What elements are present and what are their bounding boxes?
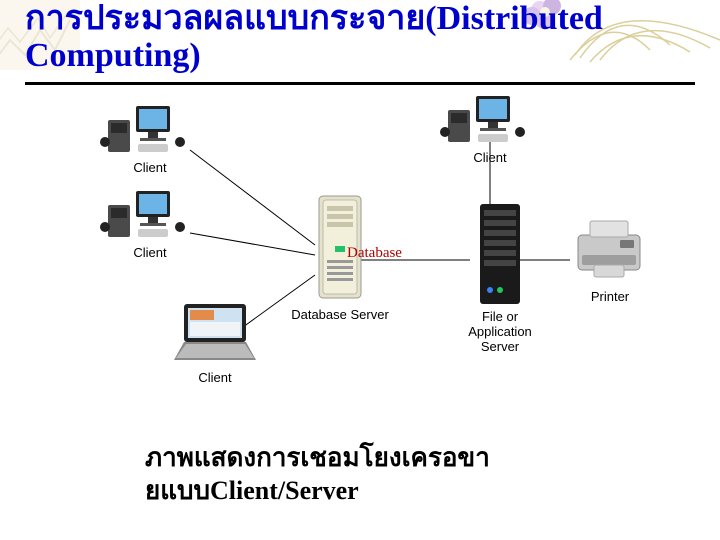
caption-line2: ยแบบClient/Server bbox=[145, 476, 359, 505]
title-underline bbox=[25, 82, 695, 85]
client-workstation-2: Client bbox=[100, 185, 220, 260]
workstation-icon bbox=[440, 90, 540, 145]
client3-label: Client bbox=[440, 150, 540, 165]
workstation-icon bbox=[100, 185, 200, 240]
printer-icon bbox=[568, 215, 653, 285]
printer: Printer bbox=[560, 215, 660, 304]
network-diagram: Client Client Client bbox=[90, 100, 650, 430]
client-workstation-3: Client bbox=[440, 90, 560, 165]
laptop-icon bbox=[160, 300, 270, 365]
diagram-caption: ภาพแสดงการเชอมโยงเครอขา ยแบบClient/Serve… bbox=[145, 442, 565, 507]
client-workstation-1: Client bbox=[100, 100, 220, 175]
appserver-label-1: File or bbox=[482, 309, 518, 324]
caption-line1: ภาพแสดงการเชอมโยงเครอขา bbox=[145, 443, 490, 472]
client1-label: Client bbox=[100, 160, 200, 175]
printer-label: Printer bbox=[568, 289, 653, 304]
appserver-label-3: Server bbox=[481, 339, 519, 354]
rack-server-icon bbox=[470, 200, 530, 310]
client-laptop: Client bbox=[160, 300, 290, 385]
client2-label: Client bbox=[100, 245, 200, 260]
workstation-icon bbox=[100, 100, 200, 155]
database-server: Database Database Server bbox=[285, 190, 395, 322]
database-server-label: Database Server bbox=[285, 307, 395, 322]
app-server: File or Application Server bbox=[455, 200, 545, 355]
page-title: การประมวลผลแบบกระจาย(Distributed Computi… bbox=[25, 0, 695, 75]
client4-label: Client bbox=[160, 370, 270, 385]
appserver-label-2: Application bbox=[468, 324, 532, 339]
database-label: Database bbox=[347, 245, 402, 262]
